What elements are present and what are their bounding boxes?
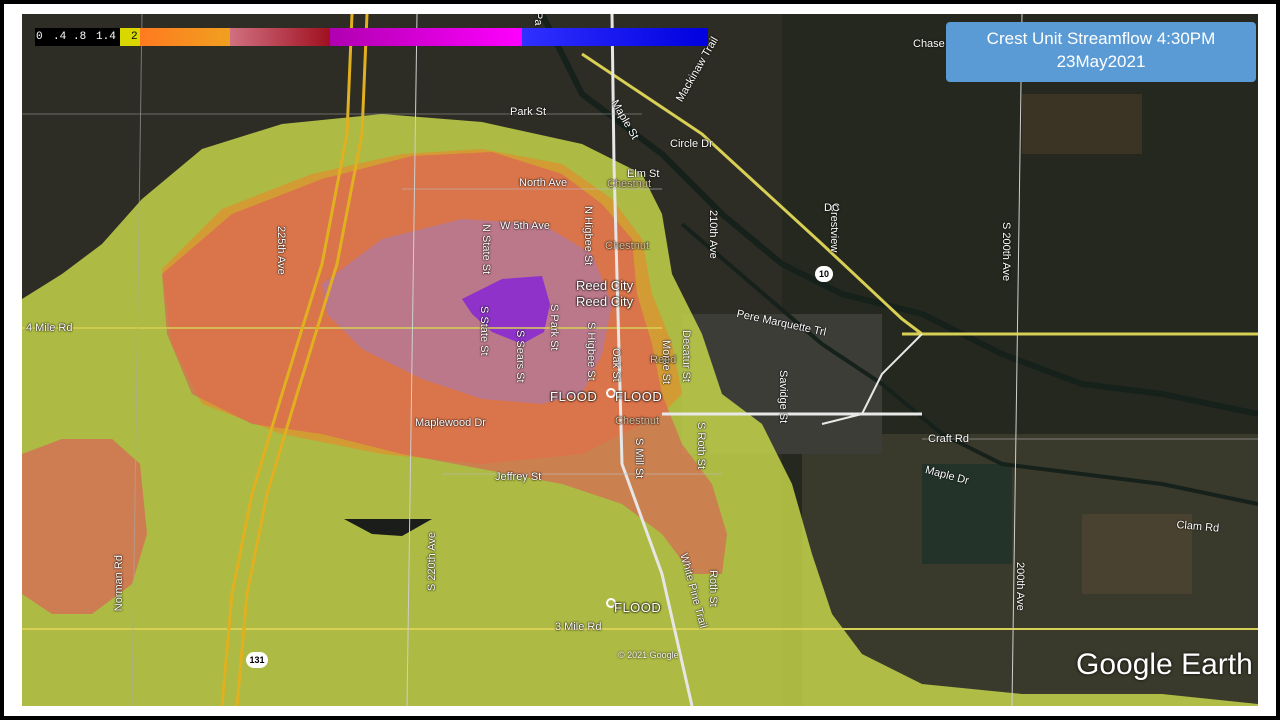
road-label-park-st: Park St — [510, 106, 547, 118]
road-label-s-roth-st: S Roth St — [695, 422, 707, 470]
road-label-norman-rd: Norman Rd — [113, 555, 125, 612]
road-label-decatur-st: Decatur St — [680, 330, 692, 382]
title-line-2: 23May2021 — [1056, 52, 1146, 71]
title-line-1: Crest Unit Streamflow 4:30PM — [986, 29, 1216, 48]
shield-us131: 131 — [246, 652, 268, 668]
road-label-chestnut-2: Chestnut — [605, 240, 650, 252]
road-label-s-higbee-st: S Higbee St — [585, 322, 597, 381]
road-label-north-ave: North Ave — [519, 177, 568, 189]
title-box: Crest Unit Streamflow 4:30PM 23May2021 — [946, 22, 1256, 82]
road-label-w5th-ave: W 5th Ave — [500, 220, 550, 232]
road-label-s-sears-st: S Sears St — [514, 330, 526, 383]
google-earth-logo: Google Earth — [1076, 648, 1253, 681]
road-label-roth-st: Roth St — [707, 570, 719, 607]
legend-seg-5 — [230, 28, 330, 46]
road-label-225th-ave: 225th Ave — [275, 226, 287, 275]
road-label-chase: Chase — [913, 38, 945, 50]
road-label-savidge-st: Savidge St — [777, 370, 789, 424]
legend-tick-1: .4 — [53, 31, 67, 43]
place-reed-city-1[interactable]: Reed City — [576, 278, 633, 293]
legend-bar: 0 .4 .8 1.4 2 — [35, 28, 708, 46]
road-label-n-state-st: N State St — [480, 224, 492, 275]
legend-tick-3: 1.4 — [96, 31, 116, 43]
road-label-4-mile-rd: 4 Mile Rd — [26, 322, 73, 334]
road-label-200th-ave: 200th Ave — [1014, 562, 1026, 611]
legend-tick-0: 0 — [36, 31, 43, 43]
shield-us10: 10 — [815, 266, 833, 282]
road-label-chestnut-3: Chestnut — [615, 415, 660, 427]
legend-seg-6 — [330, 28, 522, 46]
road-label-s-220th-ave: S 220th Ave — [426, 532, 438, 592]
road-label-210th-ave: 210th Ave — [707, 210, 719, 259]
road-label-s-park-st: S Park St — [548, 304, 560, 351]
road-label-craft-rd: Craft Rd — [928, 433, 969, 445]
flood-label-1[interactable]: FLOOD — [550, 389, 597, 404]
road-label-reed: Reed — [650, 354, 677, 366]
map-copyright: © 2021 Google — [618, 650, 679, 660]
road-label-s-mill-st: S Mill St — [633, 438, 645, 479]
road-label-n-higbee-st: N Higbee St — [582, 206, 594, 266]
road-label-oak-st: Oak St — [610, 348, 622, 382]
road-label-elm-st: Elm St — [627, 168, 660, 180]
road-label-jeffrey-st: Jeffrey St — [495, 471, 542, 483]
road-label-dc: DC — [824, 202, 840, 214]
field-patch-3 — [1022, 94, 1142, 154]
legend-tick-4: 2 — [131, 31, 138, 43]
flood-label-3[interactable]: FLOOD — [614, 600, 661, 615]
road-label-maplewood-dr: Maplewood Dr — [415, 417, 486, 429]
road-label-circle-dr: Circle Dr — [670, 138, 713, 150]
place-reed-city-2[interactable]: Reed City — [576, 294, 633, 309]
road-label-s-200th-ave: S 200th Ave — [1000, 222, 1012, 282]
legend-seg-7 — [522, 28, 708, 46]
road-label-3-mile-rd: 3 Mile Rd — [555, 621, 602, 633]
legend-seg-4 — [140, 28, 230, 46]
road-label-s-state-st: S State St — [478, 306, 490, 356]
flood-label-2[interactable]: FLOOD — [615, 389, 662, 404]
legend-seg-2 — [120, 28, 130, 46]
map-view[interactable]: Park St North Ave Chestnut W 5th Ave Che… — [22, 14, 1258, 706]
legend-tick-2: .8 — [73, 31, 87, 43]
road-label-pa: Pa — [532, 14, 544, 26]
